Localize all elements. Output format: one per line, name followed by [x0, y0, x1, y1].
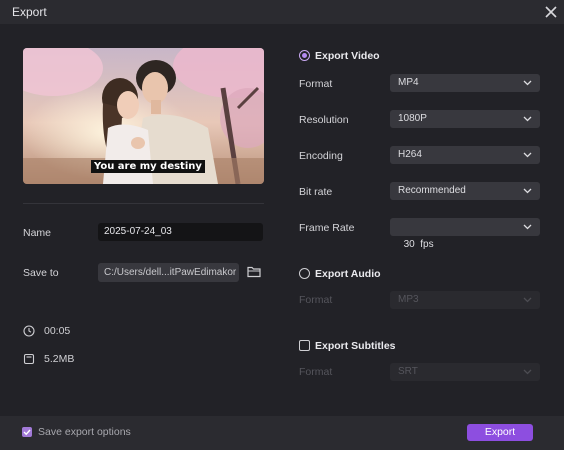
- export-video-label: Export Video: [315, 50, 380, 62]
- window-title: Export: [12, 5, 47, 19]
- chevron-down-icon: [523, 224, 532, 230]
- encoding-label: Encoding: [299, 150, 343, 162]
- resolution-dropdown[interactable]: 1080P: [390, 110, 540, 128]
- bitrate-value: Recommended: [398, 185, 466, 196]
- folder-icon[interactable]: [247, 265, 261, 278]
- format-label: Format: [299, 78, 333, 90]
- export-video-radio[interactable]: [299, 50, 310, 61]
- chevron-down-icon: [523, 80, 532, 86]
- bitrate-dropdown[interactable]: Recommended: [390, 182, 540, 200]
- audio-format-dropdown: MP3: [390, 291, 540, 309]
- encoding-value: H264: [398, 149, 422, 160]
- subtitles-format-dropdown: SRT: [390, 363, 540, 381]
- chevron-down-icon: [523, 116, 532, 122]
- export-subtitles-label: Export Subtitles: [315, 340, 396, 352]
- chevron-down-icon: [523, 152, 532, 158]
- save-path-field[interactable]: C:/Users/dell...itPawEdimakor: [98, 263, 239, 282]
- format-dropdown[interactable]: MP4: [390, 74, 540, 92]
- chevron-down-icon: [523, 188, 532, 194]
- file-size-value: 5.2MB: [44, 353, 75, 365]
- audio-format-value: MP3: [398, 294, 419, 305]
- export-audio-label: Export Audio: [315, 268, 381, 280]
- name-label: Name: [23, 227, 52, 239]
- chevron-down-icon: [523, 297, 532, 303]
- export-button[interactable]: Export: [467, 424, 533, 441]
- subtitles-format-value: SRT: [398, 366, 418, 377]
- name-input[interactable]: 2025-07-24_03: [98, 223, 263, 241]
- audio-format-label: Format: [299, 294, 333, 306]
- encoding-dropdown[interactable]: H264: [390, 146, 540, 164]
- divider: [23, 203, 264, 204]
- resolution-value: 1080P: [398, 113, 427, 124]
- export-subtitles-checkbox[interactable]: [299, 340, 310, 351]
- framerate-dropdown[interactable]: 30 fps: [390, 218, 540, 250]
- save-options-checkbox[interactable]: [22, 427, 32, 437]
- format-value: MP4: [398, 77, 419, 88]
- clock-icon: [23, 325, 35, 337]
- framerate-label: Frame Rate: [299, 222, 355, 234]
- video-preview: You are my destiny: [23, 48, 264, 184]
- file-size-icon: [23, 353, 35, 365]
- bitrate-label: Bit rate: [299, 186, 333, 198]
- resolution-label: Resolution: [299, 114, 349, 126]
- check-icon: [23, 429, 31, 436]
- chevron-down-icon: [523, 369, 532, 375]
- export-audio-radio[interactable]: [299, 268, 310, 279]
- framerate-value: 30 fps: [403, 239, 434, 250]
- duration-value: 00:05: [44, 325, 71, 337]
- subtitle-caption: You are my destiny: [91, 160, 205, 173]
- close-icon[interactable]: [543, 4, 559, 20]
- save-options-label: Save export options: [38, 426, 131, 438]
- save-to-label: Save to: [23, 267, 59, 279]
- title-bar: Export: [0, 0, 564, 24]
- subtitles-format-label: Format: [299, 366, 333, 378]
